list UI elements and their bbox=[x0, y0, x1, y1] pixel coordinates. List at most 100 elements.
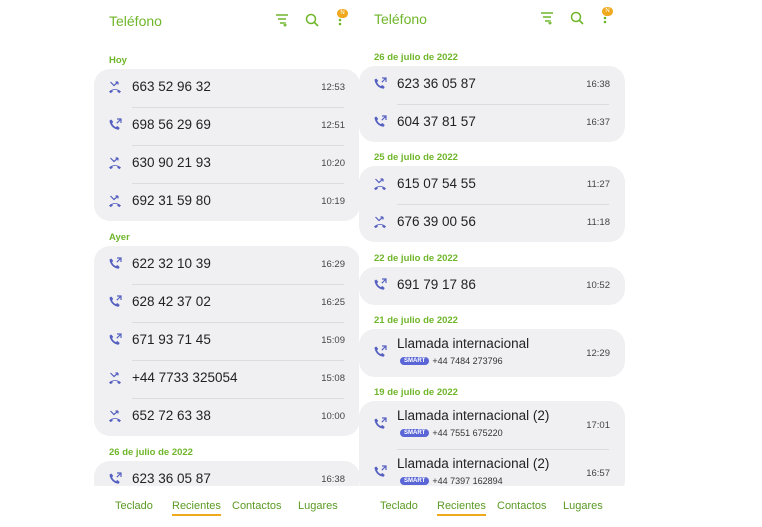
smart-badge-label: SMART bbox=[404, 358, 426, 364]
missed-call-icon bbox=[108, 156, 122, 170]
section-label-date: 26 de julio de 2022 bbox=[109, 447, 193, 458]
missed-call-icon bbox=[108, 194, 122, 208]
call-row[interactable]: 628 42 37 02 16:25 bbox=[94, 284, 360, 322]
call-time: 15:08 bbox=[321, 373, 345, 384]
tab-contactos[interactable]: Contactos bbox=[497, 500, 547, 512]
call-row[interactable]: 615 07 54 55 11:27 bbox=[359, 166, 625, 204]
bottom-tab-bar: Teclado Recientes Contactos Lugares bbox=[359, 486, 625, 527]
outgoing-call-icon bbox=[108, 118, 122, 132]
missed-call-icon bbox=[108, 409, 122, 423]
outgoing-call-icon bbox=[108, 295, 122, 309]
outgoing-call-icon bbox=[373, 77, 387, 91]
call-time: 11:27 bbox=[586, 179, 610, 190]
call-number: 663 52 96 32 bbox=[132, 79, 211, 94]
outgoing-call-icon bbox=[373, 465, 387, 479]
filter-icon[interactable] bbox=[274, 12, 290, 28]
call-time: 10:20 bbox=[321, 158, 345, 169]
section-label-ayer: Ayer bbox=[109, 232, 130, 243]
notification-badge: N bbox=[337, 9, 348, 18]
tab-lugares[interactable]: Lugares bbox=[563, 500, 603, 512]
call-time: 16:37 bbox=[586, 117, 610, 128]
call-number: 652 72 63 38 bbox=[132, 408, 211, 423]
section-label-hoy: Hoy bbox=[109, 55, 127, 66]
call-row[interactable]: 630 90 21 93 10:20 bbox=[94, 145, 360, 183]
call-time: 16:38 bbox=[586, 79, 610, 90]
tab-recientes[interactable]: Recientes bbox=[437, 500, 486, 516]
call-subtitle: SMART +44 7397 162894 bbox=[400, 476, 503, 486]
call-subtitle: SMART +44 7484 273796 bbox=[400, 356, 503, 366]
call-row[interactable]: 698 56 29 69 12:51 bbox=[94, 107, 360, 145]
call-time: 16:29 bbox=[321, 259, 345, 270]
call-number: 630 90 21 93 bbox=[132, 155, 211, 170]
call-row[interactable]: 671 93 71 45 15:09 bbox=[94, 322, 360, 360]
call-subnumber: +44 7397 162894 bbox=[432, 476, 503, 486]
missed-call-icon bbox=[108, 80, 122, 94]
app-title: Teléfono bbox=[109, 13, 162, 29]
section-label-date: 22 de julio de 2022 bbox=[374, 253, 458, 264]
call-group-card: 623 36 05 87 16:38 604 37 81 57 16:37 bbox=[359, 66, 625, 142]
call-number: 623 36 05 87 bbox=[397, 76, 476, 91]
outgoing-call-icon bbox=[108, 472, 122, 486]
call-number: 615 07 54 55 bbox=[397, 176, 476, 191]
call-group-card: 615 07 54 55 11:27 676 39 00 56 11:18 bbox=[359, 166, 625, 242]
tab-teclado[interactable]: Teclado bbox=[380, 500, 418, 512]
call-number: 622 32 10 39 bbox=[132, 256, 211, 271]
call-time: 15:09 bbox=[321, 335, 345, 346]
section-label-date: 25 de julio de 2022 bbox=[374, 152, 458, 163]
call-time: 10:19 bbox=[321, 196, 345, 207]
smart-badge: SMART bbox=[400, 477, 430, 485]
tab-lugares[interactable]: Lugares bbox=[298, 500, 338, 512]
call-name: Llamada internacional (2) bbox=[397, 408, 550, 423]
call-number: 671 93 71 45 bbox=[132, 332, 211, 347]
section-label-date: 19 de julio de 2022 bbox=[374, 387, 458, 398]
call-time: 10:00 bbox=[321, 411, 345, 422]
smart-badge-label: SMART bbox=[404, 430, 426, 436]
call-subtitle: SMART +44 7551 675220 bbox=[400, 428, 503, 438]
call-time: 16:38 bbox=[321, 474, 345, 485]
call-row[interactable]: Llamada internacional (2) SMART +44 7551 … bbox=[359, 401, 625, 449]
call-row[interactable]: Llamada internacional SMART +44 7484 2737… bbox=[359, 329, 625, 377]
call-time: 16:25 bbox=[321, 297, 345, 308]
call-time: 11:18 bbox=[586, 217, 610, 228]
call-row[interactable]: 691 79 17 86 10:52 bbox=[359, 267, 625, 305]
call-group-card: 691 79 17 86 10:52 bbox=[359, 267, 625, 305]
call-row[interactable]: 676 39 00 56 11:18 bbox=[359, 204, 625, 242]
call-subnumber: +44 7551 675220 bbox=[432, 428, 503, 438]
call-row[interactable]: 604 37 81 57 16:37 bbox=[359, 104, 625, 142]
smart-badge: SMART bbox=[400, 357, 430, 365]
app-header: Teléfono N bbox=[94, 0, 360, 44]
call-time: 12:51 bbox=[321, 120, 345, 131]
call-row[interactable]: 623 36 05 87 16:38 bbox=[359, 66, 625, 104]
filter-icon[interactable] bbox=[539, 10, 555, 26]
search-icon[interactable] bbox=[304, 12, 320, 28]
search-icon[interactable] bbox=[569, 10, 585, 26]
notification-badge: N bbox=[602, 7, 613, 16]
outgoing-call-icon bbox=[373, 278, 387, 292]
tab-teclado[interactable]: Teclado bbox=[115, 500, 153, 512]
call-group-card: Llamada internacional SMART +44 7484 2737… bbox=[359, 329, 625, 377]
call-log-screen-left: Teléfono N Hoy 663 52 96 32 12:53 698 56 … bbox=[94, 0, 360, 527]
call-name: Llamada internacional (2) bbox=[397, 456, 550, 471]
missed-call-icon bbox=[108, 371, 122, 385]
call-row[interactable]: 652 72 63 38 10:00 bbox=[94, 398, 360, 436]
call-time: 10:52 bbox=[586, 280, 610, 291]
smart-badge: SMART bbox=[400, 429, 430, 437]
call-number: 692 31 59 80 bbox=[132, 193, 211, 208]
call-row[interactable]: 663 52 96 32 12:53 bbox=[94, 69, 360, 107]
app-title: Teléfono bbox=[374, 11, 427, 27]
app-header: Teléfono N bbox=[359, 0, 625, 44]
outgoing-call-icon bbox=[373, 345, 387, 359]
call-time: 16:57 bbox=[586, 468, 610, 479]
section-label-date: 21 de julio de 2022 bbox=[374, 315, 458, 326]
call-row[interactable]: +44 7733 325054 15:08 bbox=[94, 360, 360, 398]
tab-recientes[interactable]: Recientes bbox=[172, 500, 221, 516]
call-number: 691 79 17 86 bbox=[397, 277, 476, 292]
section-label-date: 26 de julio de 2022 bbox=[374, 52, 458, 63]
call-number: 676 39 00 56 bbox=[397, 214, 476, 229]
smart-badge-label: SMART bbox=[404, 478, 426, 484]
tab-contactos[interactable]: Contactos bbox=[232, 500, 282, 512]
call-group-card: 663 52 96 32 12:53 698 56 29 69 12:51 630 … bbox=[94, 69, 360, 221]
call-row[interactable]: 622 32 10 39 16:29 bbox=[94, 246, 360, 284]
call-group-card: 622 32 10 39 16:29 628 42 37 02 16:25 671 … bbox=[94, 246, 360, 436]
call-row[interactable]: 692 31 59 80 10:19 bbox=[94, 183, 360, 221]
